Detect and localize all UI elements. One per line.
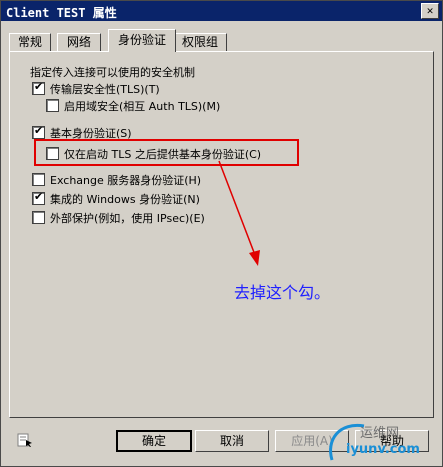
cancel-button[interactable]: 取消 [195, 430, 269, 452]
properties-dialog: Client TEST 属性 ✕ 常规 网络 身份验证 权限组 指定传入连接可以… [0, 0, 443, 467]
watermark-line2: iyunv.com [346, 442, 420, 457]
watermark-line1: 运维网 [360, 426, 400, 441]
tab-authentication[interactable]: 身份验证 [108, 29, 176, 52]
ok-button[interactable]: 确定 [116, 430, 192, 452]
annotation-arrow [218, 160, 260, 266]
watermark-logo: 运维网 iyunv.com [324, 420, 439, 464]
annotation-text: 去掉这个勾。 [234, 283, 331, 302]
help-context-icon[interactable] [17, 432, 33, 448]
